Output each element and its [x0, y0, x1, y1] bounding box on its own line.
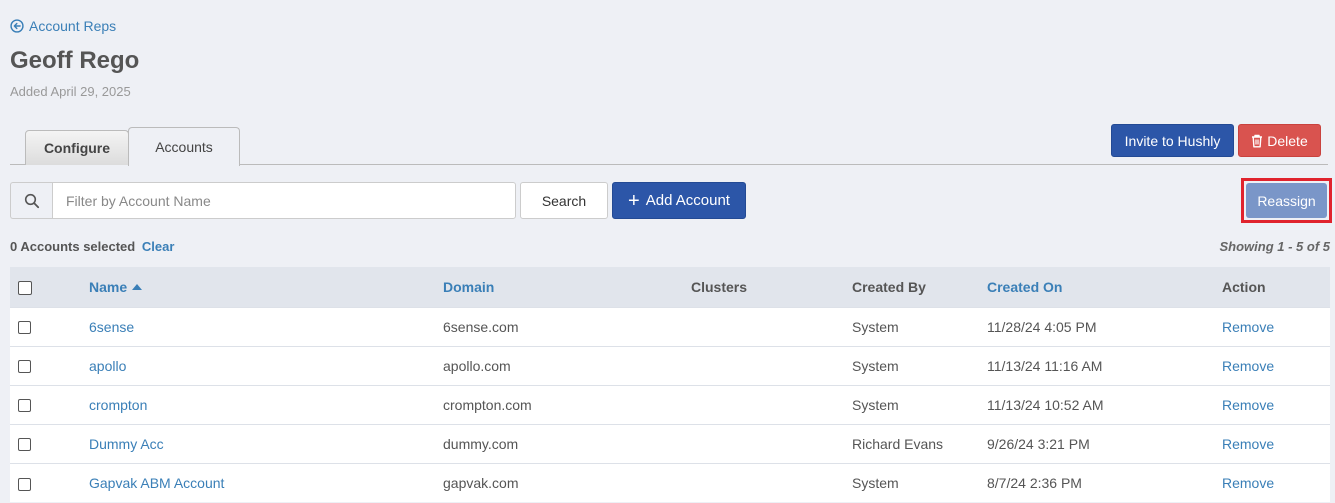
account-name-link[interactable]: 6sense — [89, 307, 443, 346]
column-header-created-on[interactable]: Created On — [987, 267, 1222, 307]
table-header-row: Name Domain Clusters Created By Created … — [10, 267, 1330, 307]
account-created-on: 8/7/24 2:36 PM — [987, 474, 1082, 491]
column-header-action: Action — [1222, 278, 1266, 295]
column-header-name[interactable]: Name — [89, 267, 443, 307]
back-link-label: Account Reps — [29, 18, 117, 34]
account-name-link[interactable]: Dummy Acc — [89, 424, 443, 463]
add-account-label: Add Account — [645, 192, 730, 209]
column-header-clusters: Clusters — [691, 278, 748, 295]
account-clusters — [691, 346, 852, 385]
table-row: crompton crompton.com System 11/13/24 10… — [10, 385, 1330, 424]
remove-link[interactable]: Remove — [1222, 346, 1330, 385]
account-clusters — [691, 424, 852, 463]
reassign-highlight: Reassign — [1241, 178, 1332, 223]
account-created-by: System — [852, 357, 899, 374]
row-select-cell — [10, 463, 89, 502]
delete-button-label: Delete — [1267, 132, 1308, 149]
account-created-on: 11/13/24 10:52 AM — [987, 396, 1104, 413]
back-link-account-reps[interactable]: Account Reps — [10, 18, 116, 34]
account-created-on: 9/26/24 3:21 PM — [987, 435, 1090, 452]
select-all-checkbox[interactable] — [18, 280, 32, 295]
account-clusters — [691, 385, 852, 424]
table-row: apollo apollo.com System 11/13/24 11:16 … — [10, 346, 1330, 385]
delete-button[interactable]: Delete — [1238, 124, 1321, 157]
row-checkbox[interactable] — [18, 360, 31, 374]
plus-icon: + — [628, 189, 640, 212]
added-date: Added April 29, 2025 — [10, 84, 131, 99]
row-select-cell — [10, 307, 89, 346]
column-header-created-by: Created By — [852, 278, 926, 295]
select-all-cell — [10, 267, 89, 307]
row-checkbox[interactable] — [18, 438, 31, 452]
account-domain: dummy.com — [443, 435, 519, 452]
trash-icon — [1252, 134, 1263, 147]
remove-link[interactable]: Remove — [1222, 385, 1330, 424]
account-created-by: System — [852, 318, 899, 335]
arrow-left-circle-icon — [10, 19, 24, 33]
table-row: Dummy Acc dummy.com Richard Evans 9/26/2… — [10, 424, 1330, 463]
remove-link[interactable]: Remove — [1222, 307, 1330, 346]
column-header-domain[interactable]: Domain — [443, 267, 691, 307]
account-created-on: 11/13/24 11:16 AM — [987, 357, 1103, 374]
account-domain: crompton.com — [443, 396, 532, 413]
remove-link[interactable]: Remove — [1222, 463, 1330, 502]
sort-asc-icon — [132, 283, 143, 290]
account-domain: apollo.com — [443, 357, 511, 374]
account-name-link[interactable]: Gapvak ABM Account — [89, 463, 443, 502]
column-header-name-label: Name — [89, 278, 128, 295]
account-clusters — [691, 307, 852, 346]
tab-configure[interactable]: Configure — [25, 130, 129, 165]
invite-to-hushly-button[interactable]: Invite to Hushly — [1111, 124, 1234, 157]
account-domain: gapvak.com — [443, 474, 519, 491]
search-button[interactable]: Search — [520, 182, 608, 219]
account-name-link[interactable]: apollo — [89, 346, 443, 385]
row-checkbox[interactable] — [18, 321, 31, 335]
table-row: 6sense 6sense.com System 11/28/24 4:05 P… — [10, 307, 1330, 346]
reassign-button[interactable]: Reassign — [1246, 183, 1327, 218]
accounts-table: Name Domain Clusters Created By Created … — [10, 267, 1330, 502]
row-checkbox[interactable] — [18, 477, 31, 491]
selection-info: 0 Accounts selected Clear — [10, 239, 174, 254]
account-clusters — [691, 463, 852, 502]
account-created-on: 11/28/24 4:05 PM — [987, 318, 1097, 335]
row-checkbox[interactable] — [18, 399, 31, 413]
account-created-by: System — [852, 396, 899, 413]
page-title: Geoff Rego — [10, 47, 140, 74]
add-account-button[interactable]: + Add Account — [612, 182, 746, 219]
tab-accounts[interactable]: Accounts — [128, 127, 240, 166]
search-icon-box — [10, 182, 53, 219]
row-select-cell — [10, 424, 89, 463]
clear-selection-link[interactable]: Clear — [142, 239, 175, 254]
account-name-link[interactable]: crompton — [89, 385, 443, 424]
account-created-by: Richard Evans — [852, 435, 944, 452]
remove-link[interactable]: Remove — [1222, 424, 1330, 463]
account-created-by: System — [852, 474, 899, 491]
filter-account-name-input[interactable] — [52, 182, 516, 219]
search-icon — [24, 193, 40, 208]
row-select-cell — [10, 346, 89, 385]
table-row: Gapvak ABM Account gapvak.com System 8/7… — [10, 463, 1330, 502]
row-select-cell — [10, 385, 89, 424]
account-domain: 6sense.com — [443, 318, 519, 335]
showing-count: Showing 1 - 5 of 5 — [1219, 239, 1330, 254]
selected-count: 0 Accounts selected — [10, 239, 136, 254]
